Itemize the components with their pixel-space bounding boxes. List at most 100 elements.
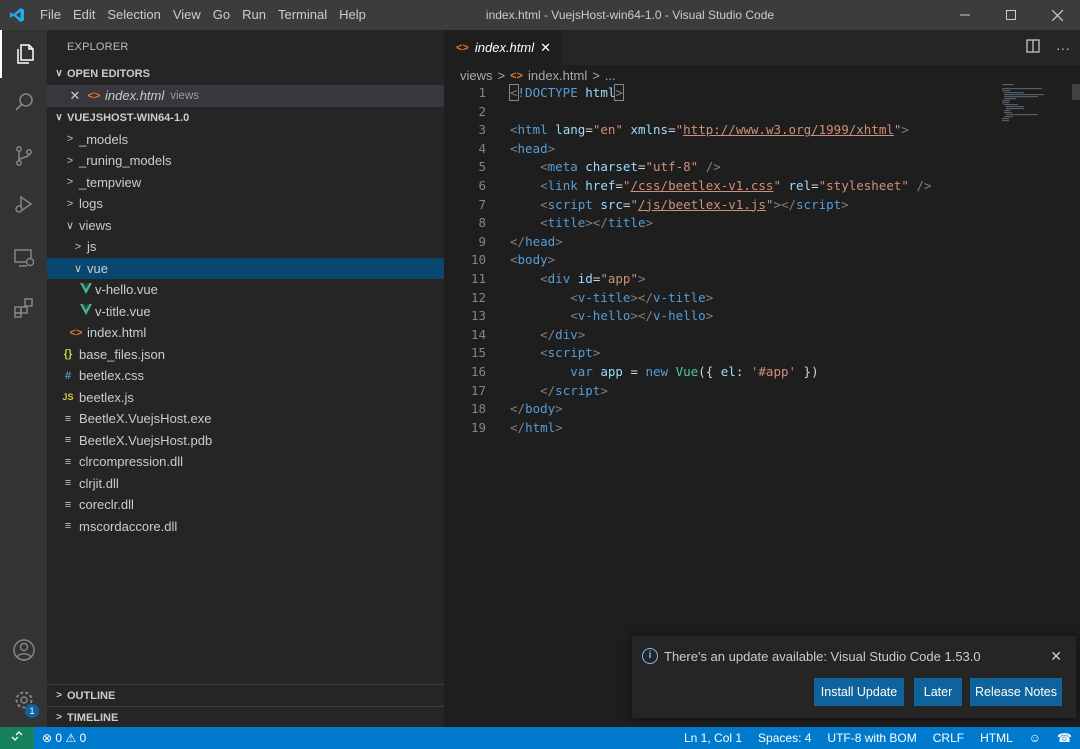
code-editor[interactable]: 1 <!DOCTYPE html> 2 3 <html lang="en" xmln… [444, 84, 1004, 437]
minimize-button[interactable] [942, 0, 988, 30]
file-icon: ≡ [64, 520, 72, 533]
chevron-right-icon: > [66, 154, 74, 167]
settings-gear-icon[interactable]: 1 [0, 676, 47, 724]
menu-view[interactable]: View [167, 0, 207, 30]
timeline-section[interactable]: > TIMELINE [47, 706, 444, 728]
open-editors-label: OPEN EDITORS [67, 68, 150, 80]
outline-section[interactable]: > OUTLINE [47, 684, 444, 706]
chevron-right-icon: > [56, 690, 62, 701]
menu-help[interactable]: Help [333, 0, 372, 30]
tree-item-coreclr[interactable]: ≡ coreclr.dll [47, 494, 444, 516]
vue-icon [77, 282, 95, 297]
release-notes-button[interactable]: Release Notes [970, 678, 1062, 706]
minimap[interactable] [1002, 84, 1062, 124]
menu-go[interactable]: Go [207, 0, 236, 30]
menu-file[interactable]: File [34, 0, 67, 30]
tree-item-js[interactable]: > js [47, 236, 444, 258]
tree-item-pdb[interactable]: ≡ BeetleX.VuejsHost.pdb [47, 430, 444, 452]
more-actions-icon[interactable]: ··· [1056, 40, 1070, 56]
close-window-button[interactable] [1034, 0, 1080, 30]
tree-item-v-title[interactable]: v-title.vue [47, 301, 444, 323]
project-header[interactable]: ∨ VUEJSHOST-WIN64-1.0 [47, 107, 444, 129]
later-button[interactable]: Later [914, 678, 962, 706]
tree-item-clrjit[interactable]: ≡ clrjit.dll [47, 473, 444, 495]
problems-indicator[interactable]: ⊗ 0 ⚠ 0 [42, 727, 86, 749]
cursor-position[interactable]: Ln 1, Col 1 [684, 727, 742, 749]
tree-item-runing-models[interactable]: > _runing_models [47, 150, 444, 172]
close-icon[interactable]: ✕ [65, 88, 85, 104]
remote-explorer-icon[interactable] [0, 234, 47, 282]
chevron-right-icon: > [66, 176, 74, 189]
code-line: <title></title> [540, 215, 654, 231]
tree-item-v-hello[interactable]: v-hello.vue [47, 279, 444, 301]
run-debug-icon[interactable] [0, 180, 47, 228]
editor-scrollbar[interactable] [1072, 84, 1080, 100]
tab-index-html[interactable]: <> index.html ✕ [444, 30, 562, 65]
tree-item-label: index.html [87, 325, 147, 341]
tree-item-label: BeetleX.VuejsHost.pdb [79, 432, 213, 448]
vue-icon [77, 304, 95, 318]
indentation[interactable]: Spaces: 4 [758, 727, 811, 749]
tree-item-exe[interactable]: ≡ BeetleX.VuejsHost.exe [47, 408, 444, 430]
line-number: 12 [470, 289, 486, 305]
close-icon[interactable]: ✕ [1050, 648, 1062, 665]
chevron-down-icon: ∨ [55, 111, 63, 123]
vscode-logo-icon [0, 0, 34, 30]
tree-item-views[interactable]: ∨ views [47, 215, 444, 237]
source-control-icon[interactable] [0, 132, 47, 180]
explorer-icon[interactable] [0, 30, 47, 78]
install-update-button[interactable]: Install Update [814, 678, 904, 706]
tab-bar: <> index.html ✕ ··· [444, 30, 1080, 65]
code-line: </div> [540, 326, 586, 342]
code-line: <body> [510, 252, 556, 268]
close-icon[interactable]: ✕ [540, 40, 551, 56]
menu-bar: File Edit Selection View Go Run Terminal… [34, 0, 372, 30]
language-mode[interactable]: HTML [980, 727, 1013, 749]
search-icon[interactable] [0, 78, 47, 126]
line-number: 11 [470, 270, 486, 286]
tree-item-models[interactable]: > _models [47, 129, 444, 151]
extensions-icon[interactable] [0, 284, 47, 332]
split-editor-icon[interactable] [1026, 39, 1040, 56]
maximize-button[interactable] [988, 0, 1034, 30]
chevron-right-icon: > [56, 712, 62, 723]
tree-item-beetlex-css[interactable]: # beetlex.css [47, 365, 444, 387]
tree-item-base-files[interactable]: {} base_files.json [47, 344, 444, 366]
feedback-icon[interactable]: ☺ [1029, 727, 1041, 749]
tree-item-clrcompression[interactable]: ≡ clrcompression.dll [47, 451, 444, 473]
sidebar-title: EXPLORER [67, 41, 129, 53]
warning-count: 0 [79, 731, 87, 745]
tree-item-label: views [79, 217, 112, 233]
tree-item-vue[interactable]: ∨ vue [47, 257, 444, 279]
menu-edit[interactable]: Edit [67, 0, 101, 30]
window-title: index.html - VuejsHost-win64-1.0 - Visua… [485, 8, 775, 22]
tree-item-beetlex-js[interactable]: JS beetlex.js [47, 387, 444, 409]
code-line: </body> [510, 401, 563, 417]
chevron-right-icon: > [66, 197, 74, 210]
code-line: </script> [540, 382, 608, 398]
menu-terminal[interactable]: Terminal [272, 0, 333, 30]
tree-item-tempview[interactable]: > _tempview [47, 172, 444, 194]
menu-run[interactable]: Run [236, 0, 272, 30]
accounts-icon[interactable] [0, 626, 47, 674]
encoding[interactable]: UTF-8 with BOM [827, 727, 916, 749]
line-number: 16 [470, 363, 486, 379]
tree-item-label: v-hello.vue [95, 282, 158, 298]
open-editor-item[interactable]: ✕ <> index.html views [47, 85, 444, 107]
code-line: var app = new Vue({ el: '#app' }) [570, 363, 819, 379]
notifications-bell-icon[interactable]: ☎ [1057, 727, 1072, 749]
tree-item-mscordaccore[interactable]: ≡ mscordaccore.dll [47, 516, 444, 538]
menu-selection[interactable]: Selection [101, 0, 166, 30]
html-icon: <> [69, 326, 83, 339]
tree-item-logs[interactable]: > logs [47, 193, 444, 215]
remote-indicator-icon[interactable] [0, 727, 34, 749]
outline-label: OUTLINE [67, 690, 116, 702]
tree-item-index-html[interactable]: <> index.html [47, 322, 444, 344]
open-editors-header[interactable]: ∨ OPEN EDITORS [47, 63, 444, 85]
file-icon: ≡ [64, 477, 72, 490]
js-icon: JS [62, 392, 74, 403]
line-ending[interactable]: CRLF [933, 727, 964, 749]
line-number: 8 [478, 215, 486, 231]
code-line: <v-hello></v-hello> [570, 308, 714, 324]
